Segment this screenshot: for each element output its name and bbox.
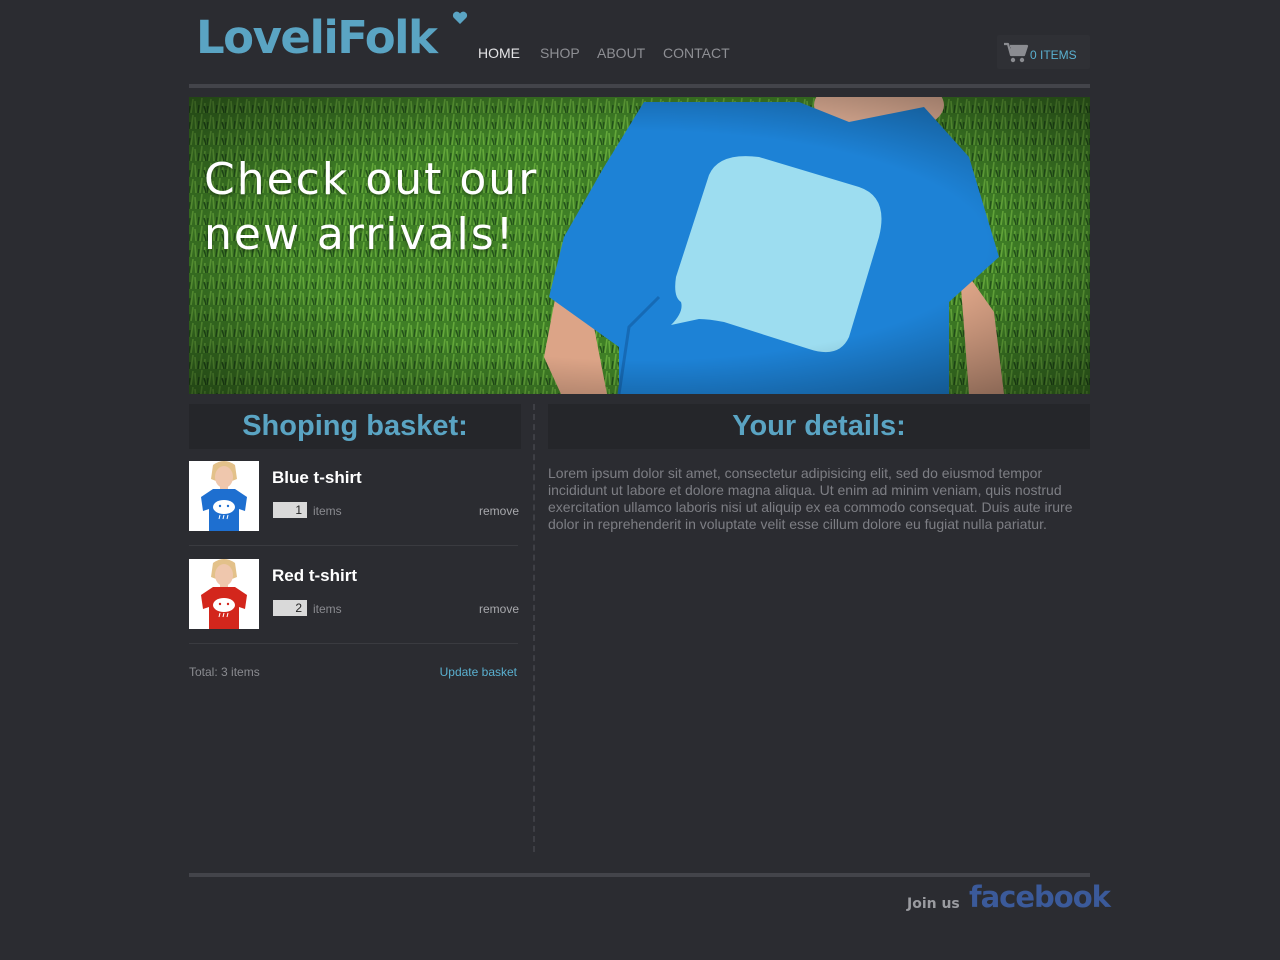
red-tshirt-image (189, 559, 259, 629)
cart-count[interactable]: 0 ITEMS (1030, 48, 1077, 62)
quantity-input[interactable] (273, 600, 307, 616)
site-logo[interactable]: LoveliFolk (196, 10, 438, 66)
nav-home[interactable]: HOME (478, 45, 520, 61)
basket-heading: Shoping basket: (189, 404, 521, 449)
quantity-unit-label: items (313, 602, 342, 616)
nav-about[interactable]: ABOUT (597, 45, 645, 61)
column-divider (533, 404, 535, 852)
join-us-label: Join us (907, 896, 960, 912)
facebook-link[interactable]: facebook (969, 880, 1111, 914)
nav-shop[interactable]: SHOP (540, 45, 580, 61)
remove-item-link[interactable]: remove (479, 504, 519, 518)
heart-icon (452, 11, 468, 24)
banner-headline: Check out our new arrivals! (204, 152, 564, 262)
banner-headline-line-2: new arrivals! (204, 209, 516, 260)
quantity-unit-label: items (313, 504, 342, 518)
nav-contact[interactable]: CONTACT (663, 45, 730, 61)
basket-item-name[interactable]: Blue t-shirt (272, 468, 362, 488)
shopping-cart-icon[interactable] (1003, 40, 1029, 64)
item-separator (189, 643, 518, 644)
quantity-input[interactable] (273, 502, 307, 518)
basket-total: Total: 3 items (189, 665, 260, 679)
banner-headline-line-1: Check out our (204, 154, 539, 205)
page: LoveliFolk HOME SHOP ABOUT CONTACT 0 ITE… (0, 0, 1280, 960)
item-separator (189, 545, 518, 546)
header-divider (189, 84, 1090, 88)
product-thumbnail-red[interactable] (189, 559, 259, 629)
update-basket-link[interactable]: Update basket (440, 665, 517, 679)
details-heading: Your details: (548, 404, 1090, 449)
remove-item-link[interactable]: remove (479, 602, 519, 616)
hero-banner[interactable]: Check out our new arrivals! (189, 97, 1090, 394)
blue-tshirt-image (189, 461, 259, 531)
basket-item-name[interactable]: Red t-shirt (272, 566, 357, 586)
details-body-text: Lorem ipsum dolor sit amet, consectetur … (548, 465, 1073, 532)
product-thumbnail-blue[interactable] (189, 461, 259, 531)
footer-divider (189, 873, 1090, 877)
